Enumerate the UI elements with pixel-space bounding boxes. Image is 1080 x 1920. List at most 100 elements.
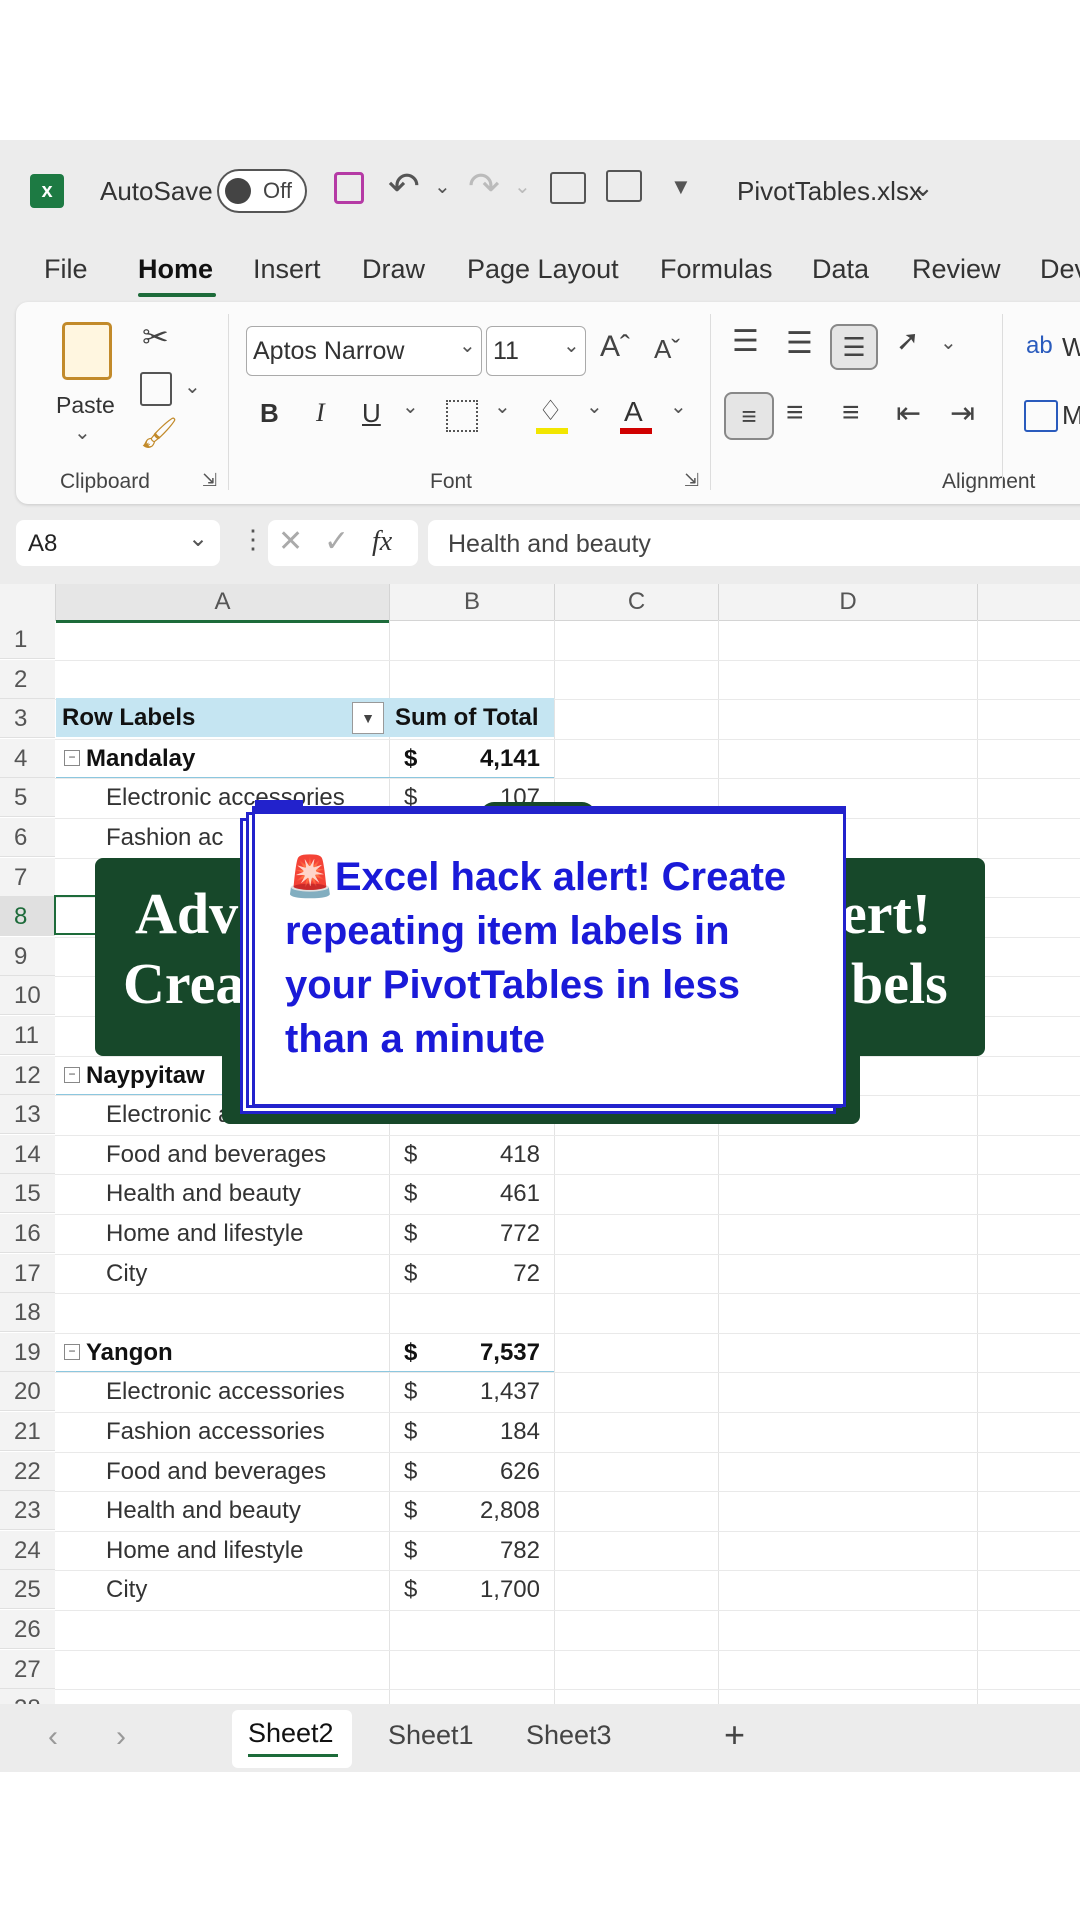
insert-function-button[interactable]: fx (372, 526, 392, 558)
pivot-item-label[interactable]: Electronic accessories (106, 1378, 345, 1406)
decrease-indent-icon[interactable]: ⇤ (896, 396, 921, 431)
wrap-text-icon[interactable]: ab (1026, 332, 1053, 360)
cut-icon[interactable]: ✂ (142, 318, 169, 356)
pivot-value[interactable]: 2,808 (460, 1497, 540, 1525)
presentation-icon[interactable] (550, 172, 586, 204)
column-header-c[interactable]: C (555, 584, 719, 621)
undo-dropdown-icon[interactable]: ⌄ (434, 174, 451, 199)
pivot-item-label[interactable]: Health and beauty (106, 1180, 301, 1208)
add-sheet-button[interactable]: + (724, 1714, 745, 1756)
font-color-icon[interactable]: A (624, 396, 643, 428)
clipboard-launcher-icon[interactable]: ⇲ (202, 470, 217, 491)
borders-icon[interactable] (446, 400, 478, 432)
pivot-item-label[interactable]: Food and beverages (106, 1141, 326, 1169)
increase-indent-icon[interactable]: ⇥ (950, 396, 975, 431)
collapse-toggle-icon[interactable]: − (64, 749, 80, 766)
row-header[interactable]: 2 (0, 659, 55, 699)
tab-home[interactable]: Home (138, 254, 213, 285)
collapse-toggle-icon[interactable]: − (64, 1343, 80, 1360)
row-header[interactable]: 24 (0, 1530, 55, 1570)
font-size-combo[interactable]: 11 ⌄ (486, 326, 586, 376)
pivot-item-label[interactable]: Home and lifestyle (106, 1537, 303, 1565)
select-all-corner[interactable] (0, 584, 56, 621)
row-header[interactable]: 28 (0, 1689, 55, 1704)
filename[interactable]: PivotTables.xlsx (737, 176, 922, 207)
tab-data[interactable]: Data (812, 254, 869, 285)
tab-draw[interactable]: Draw (362, 254, 425, 285)
font-launcher-icon[interactable]: ⇲ (684, 470, 699, 491)
name-box[interactable]: A8 ⌄ (16, 520, 220, 566)
pivot-value[interactable]: 1,437 (460, 1378, 540, 1406)
save-icon[interactable] (334, 172, 364, 204)
row-header[interactable]: 13 (0, 1095, 55, 1135)
pivot-value[interactable]: 1,700 (460, 1576, 540, 1604)
wrap-text-label[interactable]: W (1062, 332, 1080, 363)
row-header[interactable]: 15 (0, 1174, 55, 1214)
font-name-combo[interactable]: Aptos Narrow ⌄ (246, 326, 482, 376)
pivot-value[interactable]: 782 (460, 1537, 540, 1565)
column-header-b[interactable]: B (390, 584, 555, 621)
column-header-a[interactable]: A (56, 584, 390, 623)
pivot-item-label[interactable]: City (106, 1260, 147, 1288)
grow-font-button[interactable]: Aˆ (600, 330, 630, 364)
font-color-dropdown-icon[interactable]: ⌄ (670, 394, 687, 419)
align-middle-icon[interactable]: ☰ (786, 326, 813, 361)
shrink-font-button[interactable]: Aˇ (654, 334, 680, 365)
italic-button[interactable]: I (316, 398, 325, 428)
row-header[interactable]: 11 (0, 1016, 55, 1055)
align-top-icon[interactable]: ☰ (732, 324, 759, 359)
row-header[interactable]: 12 (0, 1055, 55, 1095)
row-header[interactable]: 5 (0, 778, 55, 818)
row-header[interactable]: 23 (0, 1491, 55, 1531)
align-right-icon[interactable]: ≡ (842, 396, 860, 430)
sheet-tab-sheet3[interactable]: Sheet3 (526, 1720, 612, 1751)
copy-dropdown-icon[interactable]: ⌄ (184, 374, 201, 399)
row-header[interactable]: 21 (0, 1412, 55, 1451)
pivot-group-label[interactable]: Yangon (86, 1339, 173, 1367)
row-header[interactable]: 4 (0, 738, 55, 778)
row-header[interactable]: 6 (0, 818, 55, 857)
pivot-value[interactable]: 7,537 (460, 1339, 540, 1367)
sheet-tab-sheet2[interactable]: Sheet2 (248, 1718, 334, 1749)
row-header[interactable]: 27 (0, 1649, 55, 1689)
pivot-value[interactable]: 184 (460, 1418, 540, 1446)
row-header[interactable]: 22 (0, 1451, 55, 1491)
enter-icon[interactable]: ✓ (324, 524, 349, 559)
pivot-item-label[interactable]: Home and lifestyle (106, 1220, 303, 1248)
pivot-value[interactable]: 626 (460, 1458, 540, 1486)
row-header[interactable]: 10 (0, 976, 55, 1016)
pivot-item-label[interactable]: Fashion accessories (106, 1418, 325, 1446)
tab-file[interactable]: File (44, 254, 88, 285)
fill-color-dropdown-icon[interactable]: ⌄ (586, 394, 603, 419)
form-icon[interactable] (606, 170, 642, 202)
row-header[interactable]: 8 (0, 897, 55, 937)
row-header[interactable]: 20 (0, 1372, 55, 1412)
align-bottom-button[interactable]: ☰ (830, 324, 878, 370)
align-left-button[interactable]: ≡ (724, 392, 774, 440)
tab-formulas[interactable]: Formulas (660, 254, 773, 285)
cancel-icon[interactable]: ✕ (278, 524, 303, 559)
scroll-right-icon[interactable]: › (116, 1720, 126, 1754)
tab-review[interactable]: Review (912, 254, 1001, 285)
pivot-item-label[interactable]: Fashion ac (106, 824, 223, 852)
borders-dropdown-icon[interactable]: ⌄ (494, 394, 511, 419)
orientation-dropdown-icon[interactable]: ⌄ (940, 330, 957, 355)
pivot-group-label[interactable]: Naypyitaw (86, 1062, 205, 1090)
paste-dropdown-icon[interactable]: ⌄ (74, 420, 91, 445)
format-painter-icon[interactable]: 🖌 (140, 416, 178, 451)
column-header-e[interactable] (978, 584, 1080, 621)
fill-color-icon[interactable]: ♢ (538, 394, 563, 427)
pivot-value[interactable]: 4,141 (460, 745, 540, 773)
name-box-dropdown-icon[interactable]: ⌄ (188, 524, 208, 553)
formula-options-icon[interactable]: ⋮ (240, 524, 266, 555)
align-center-icon[interactable]: ≡ (786, 396, 804, 430)
autosave-toggle[interactable]: Off (217, 169, 307, 213)
orientation-icon[interactable]: ➚ (896, 324, 919, 357)
row-header[interactable]: 16 (0, 1214, 55, 1253)
merge-center-icon[interactable] (1024, 400, 1058, 432)
row-header[interactable]: 19 (0, 1332, 55, 1372)
tab-insert[interactable]: Insert (253, 254, 321, 285)
filename-dropdown-icon[interactable]: ⌄ (912, 172, 934, 203)
pivot-item-label[interactable]: City (106, 1576, 147, 1604)
pivot-value[interactable]: 72 (460, 1260, 540, 1288)
